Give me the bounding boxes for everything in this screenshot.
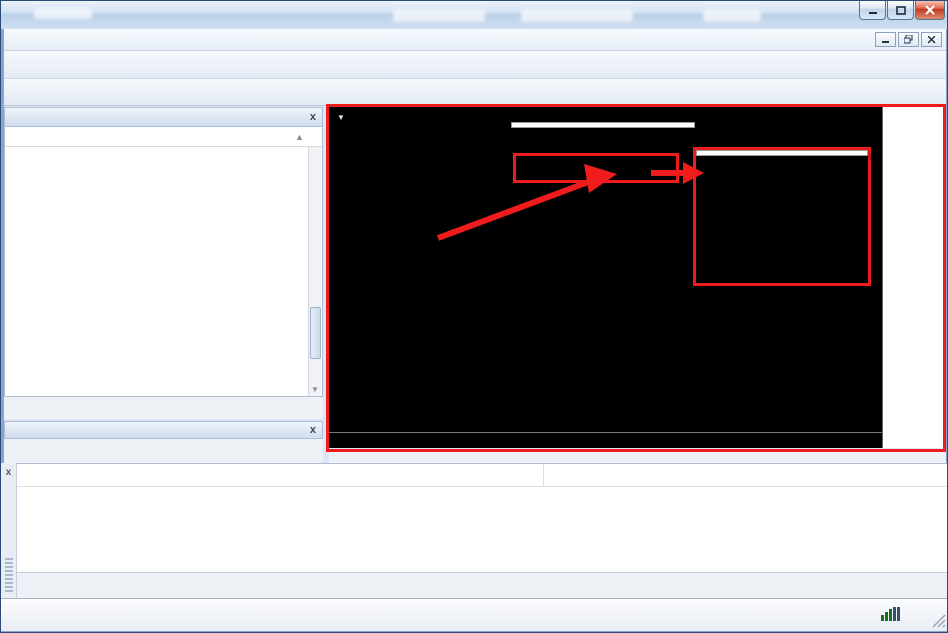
menu-bar	[4, 29, 946, 51]
annotation-box-submenu	[693, 147, 871, 286]
terminal-close-icon[interactable]: x	[1, 467, 16, 478]
title-bar[interactable]	[1, 1, 948, 29]
market-watch-tabs	[4, 397, 323, 419]
mt4-application-window: x ▲ ▼ x ▼	[0, 0, 948, 633]
window-title	[31, 8, 95, 22]
drawing-toolbar	[4, 79, 946, 106]
minimize-button[interactable]	[859, 1, 886, 20]
child-restore-button[interactable]	[898, 32, 919, 47]
navigator-panel-header[interactable]: x	[4, 421, 323, 439]
navigator-tabs	[4, 439, 323, 463]
terminal-tabs	[17, 572, 948, 598]
redacted-patch	[521, 9, 633, 22]
terminal-grip[interactable]	[5, 558, 13, 592]
status-bar	[1, 598, 948, 631]
market-watch-table: ▲ ▼	[4, 127, 323, 397]
annotation-box-trade-item	[513, 153, 679, 183]
chart-context-menu	[511, 122, 695, 128]
standard-toolbar	[4, 51, 946, 79]
connection-status-icon	[881, 607, 901, 621]
scroll-down-icon[interactable]: ▼	[311, 385, 319, 394]
market-watch-close-icon[interactable]: x	[310, 111, 316, 123]
trade-submenu	[696, 150, 868, 156]
terminal-header-row[interactable]	[17, 464, 948, 487]
scroll-up-icon[interactable]: ▲	[295, 132, 304, 142]
child-minimize-button[interactable]	[875, 32, 896, 47]
terminal-side-strip: x	[1, 463, 17, 598]
redacted-account	[34, 8, 92, 19]
scrollbar-thumb[interactable]	[310, 307, 321, 359]
terminal-panel	[17, 463, 948, 572]
resize-grip[interactable]	[932, 614, 946, 628]
redacted-patch	[703, 9, 761, 22]
close-button[interactable]	[915, 1, 945, 20]
market-watch-scrollbar[interactable]: ▼	[308, 147, 321, 396]
market-watch-panel-header[interactable]: x	[4, 107, 323, 127]
market-watch-header-row[interactable]: ▲	[5, 127, 322, 147]
navigator-close-icon[interactable]: x	[310, 424, 316, 436]
child-close-button[interactable]	[921, 32, 942, 47]
maximize-button[interactable]	[887, 1, 914, 20]
redacted-patch	[393, 9, 485, 22]
